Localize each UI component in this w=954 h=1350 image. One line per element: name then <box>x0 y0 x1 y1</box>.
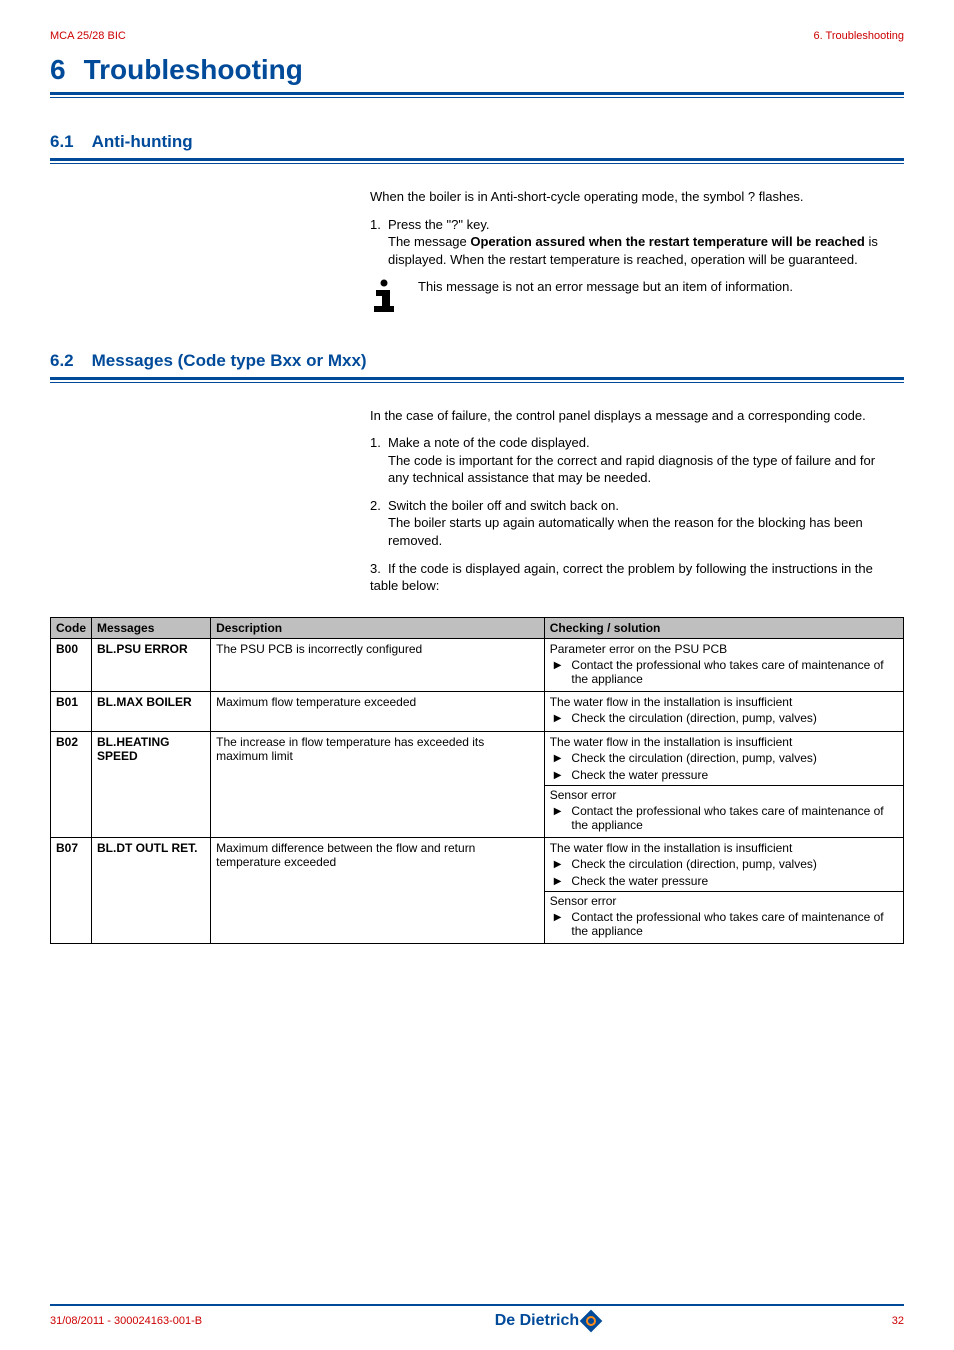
chapter-number: 6 <box>50 54 66 85</box>
step-number: 1. <box>370 216 388 234</box>
brand-logo: De Dietrich <box>495 1312 599 1330</box>
cell-code: B07 <box>51 837 92 943</box>
solution-subitem: ▶ Contact the professional who takes car… <box>550 804 898 832</box>
solution-title: Sensor error <box>550 788 898 802</box>
triangle-bullet-icon: ▶ <box>554 751 562 766</box>
cell-message: BL.HEATING SPEED <box>92 731 211 837</box>
cell-message: BL.DT OUTL RET. <box>92 837 211 943</box>
section-rule-thin <box>50 163 904 164</box>
section-rule-thick <box>50 158 904 161</box>
triangle-bullet-icon: ▶ <box>554 804 562 819</box>
solution-subitem: ▶ Contact the professional who takes car… <box>550 658 898 686</box>
triangle-bullet-icon: ▶ <box>554 910 562 925</box>
section-6-2-body: In the case of failure, the control pane… <box>370 407 894 595</box>
solution-title: Parameter error on the PSU PCB <box>550 642 898 656</box>
th-messages: Messages <box>92 617 211 638</box>
section-rule-thin <box>50 382 904 383</box>
solution-title: Sensor error <box>550 894 898 908</box>
step-continuation: The code is important for the correct an… <box>388 452 894 487</box>
cell-code: B02 <box>51 731 92 837</box>
cell-message: BL.MAX BOILER <box>92 691 211 731</box>
cell-solution: The water flow in the installation is in… <box>544 731 903 837</box>
step-number: 3. <box>370 560 388 578</box>
table-row: B01 BL.MAX BOILER Maximum flow temperatu… <box>51 691 904 731</box>
cell-solution: The water flow in the installation is in… <box>544 691 903 731</box>
s62-step1: 1.Make a note of the code displayed. The… <box>370 434 894 487</box>
page-header: MCA 25/28 BIC 6. Troubleshooting <box>50 30 904 42</box>
page-footer: 31/08/2011 - 300024163-001-B De Dietrich… <box>50 1304 904 1330</box>
section-6-1-body: When the boiler is in Anti-short-cycle o… <box>370 188 894 317</box>
cell-solution: The water flow in the installation is in… <box>544 837 903 943</box>
info-note: This message is not an error message but… <box>370 278 894 317</box>
step-continuation: The message Operation assured when the r… <box>388 233 894 268</box>
footer-left: 31/08/2011 - 300024163-001-B <box>50 1315 202 1327</box>
solution-title: The water flow in the installation is in… <box>550 695 898 709</box>
section-6-1-number: 6.1 <box>50 132 74 151</box>
s62-intro: In the case of failure, the control pane… <box>370 407 894 425</box>
codes-table: Code Messages Description Checking / sol… <box>50 617 904 944</box>
cell-divider <box>545 785 903 786</box>
step-text: Press the "?" key. <box>388 217 489 232</box>
s62-step2: 2.Switch the boiler off and switch back … <box>370 497 894 550</box>
solution-subitem: ▶ Check the water pressure <box>550 874 898 889</box>
brand-text: De Dietrich <box>495 1312 579 1330</box>
triangle-bullet-icon: ▶ <box>554 874 562 889</box>
step-text: Switch the boiler off and switch back on… <box>388 498 619 513</box>
solution-subtext: Contact the professional who takes care … <box>571 658 898 686</box>
triangle-bullet-icon: ▶ <box>554 658 562 673</box>
section-6-1-title: 6.1 Anti-hunting <box>50 132 904 152</box>
cell-description: The PSU PCB is incorrectly configured <box>211 638 545 691</box>
step-text: If the code is displayed again, correct … <box>370 561 873 594</box>
step-continuation: The boiler starts up again automatically… <box>388 514 894 549</box>
cell-solution: Parameter error on the PSU PCB ▶ Contact… <box>544 638 903 691</box>
th-code: Code <box>51 617 92 638</box>
table-row: B07 BL.DT OUTL RET. Maximum difference b… <box>51 837 904 943</box>
triangle-bullet-icon: ▶ <box>554 768 562 783</box>
th-solution: Checking / solution <box>544 617 903 638</box>
s61-intro: When the boiler is in Anti-short-cycle o… <box>370 188 894 206</box>
cell-description: Maximum flow temperature exceeded <box>211 691 545 731</box>
section-rule-thick <box>50 377 904 380</box>
s61-step1: 1.Press the "?" key. The message Operati… <box>370 216 894 269</box>
triangle-bullet-icon: ▶ <box>554 711 562 726</box>
cell-description: Maximum difference between the flow and … <box>211 837 545 943</box>
section-6-2-name: Messages (Code type Bxx or Mxx) <box>92 351 367 370</box>
page-number: 32 <box>892 1315 904 1327</box>
th-description: Description <box>211 617 545 638</box>
info-icon <box>370 278 398 317</box>
section-6-2-number: 6.2 <box>50 351 74 370</box>
solution-title: The water flow in the installation is in… <box>550 735 898 749</box>
cell-code: B01 <box>51 691 92 731</box>
table-row: B00 BL.PSU ERROR The PSU PCB is incorrec… <box>51 638 904 691</box>
brand-diamond-icon <box>580 1310 603 1333</box>
solution-subitem: ▶ Contact the professional who takes car… <box>550 910 898 938</box>
step-number: 2. <box>370 497 388 515</box>
header-right: 6. Troubleshooting <box>813 30 904 42</box>
chapter-title: 6 Troubleshooting <box>50 54 904 86</box>
cell-message: BL.PSU ERROR <box>92 638 211 691</box>
info-text: This message is not an error message but… <box>418 278 894 296</box>
cell-code: B00 <box>51 638 92 691</box>
footer-rule <box>50 1304 904 1306</box>
solution-subitem: ▶ Check the water pressure <box>550 768 898 783</box>
section-6-2-title: 6.2 Messages (Code type Bxx or Mxx) <box>50 351 904 371</box>
solution-subitem: ▶ Check the circulation (direction, pump… <box>550 857 898 872</box>
section-6-1-name: Anti-hunting <box>92 132 193 151</box>
chapter-name: Troubleshooting <box>84 54 303 85</box>
step-text: Make a note of the code displayed. <box>388 435 590 450</box>
chapter-rule-thick <box>50 92 904 95</box>
solution-title: The water flow in the installation is in… <box>550 841 898 855</box>
header-left: MCA 25/28 BIC <box>50 30 126 42</box>
table-header-row: Code Messages Description Checking / sol… <box>51 617 904 638</box>
solution-subitem: ▶ Check the circulation (direction, pump… <box>550 751 898 766</box>
solution-subitem: ▶ Check the circulation (direction, pump… <box>550 711 898 726</box>
chapter-rule-thin <box>50 97 904 98</box>
triangle-bullet-icon: ▶ <box>554 857 562 872</box>
cell-description: The increase in flow temperature has exc… <box>211 731 545 837</box>
solution-subtext: Check the circulation (direction, pump, … <box>571 711 898 725</box>
cell-divider <box>545 891 903 892</box>
s62-step3: 3.If the code is displayed again, correc… <box>370 560 894 595</box>
step-number: 1. <box>370 434 388 452</box>
table-row: B02 BL.HEATING SPEED The increase in flo… <box>51 731 904 837</box>
